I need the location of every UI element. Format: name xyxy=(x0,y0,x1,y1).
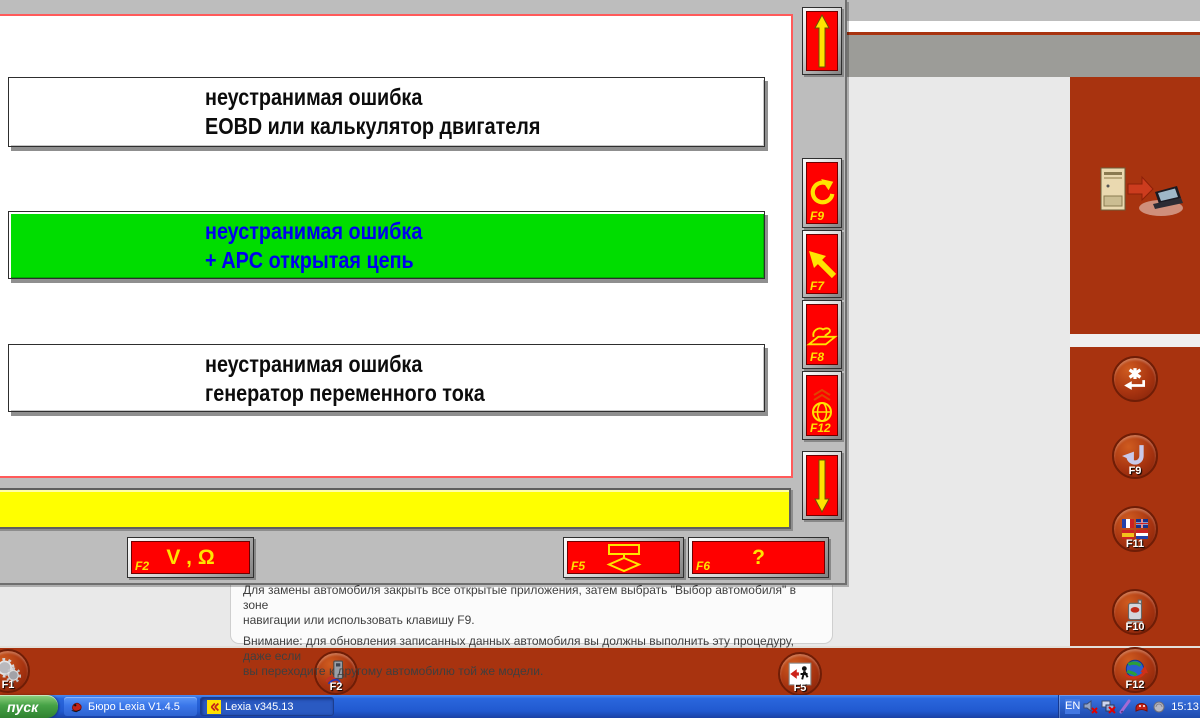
question-mark: ? xyxy=(752,545,765,569)
fkey-label: F12 xyxy=(1125,679,1145,691)
fkey-label: F9 xyxy=(1128,465,1142,477)
validate-button[interactable] xyxy=(1112,356,1158,402)
back-f7-button[interactable]: F7 xyxy=(802,230,842,298)
scroll-up-button[interactable] xyxy=(802,7,842,75)
start-button[interactable]: пуск xyxy=(0,695,58,718)
measure-f2-button[interactable]: V , Ω F2 xyxy=(127,537,254,578)
fault-line: + APC открытая цепь xyxy=(205,247,414,273)
fault-line: неустранимая ошибка xyxy=(205,218,423,244)
flowchart-icon xyxy=(596,543,652,573)
fkey-label: F5 xyxy=(793,682,807,694)
scroll-up-icon xyxy=(813,13,831,69)
asterisk-return-icon xyxy=(1122,366,1148,392)
arrow-up-left-icon xyxy=(807,249,837,279)
scroll-down-icon xyxy=(813,458,831,514)
refresh-icon xyxy=(807,178,837,208)
scroll-down-button[interactable] xyxy=(802,451,842,520)
volt-ohm-label: V , Ω xyxy=(166,545,215,569)
task-label: Бюро Lexia V1.4.5 xyxy=(88,700,180,713)
fault-list-dialog: неустранимая ошибка EOBD или калькулятор… xyxy=(0,0,847,585)
clock[interactable]: 15:13 xyxy=(1171,701,1199,713)
print-f8-button[interactable]: F8 xyxy=(802,300,842,369)
fault-line: неустранимая ошибка xyxy=(205,351,423,377)
fault-item-alternator[interactable]: неустранимая ошибка генератор переменног… xyxy=(8,344,765,412)
fault-list-area: неустранимая ошибка EOBD или калькулятор… xyxy=(0,14,793,478)
interface-f10-button[interactable]: F10 xyxy=(1112,589,1158,635)
fkey-label: F1 xyxy=(1,679,15,691)
info-line: Для замены автомобиля закрыть все открыт… xyxy=(243,583,796,612)
help-f6-button[interactable]: ? F6 xyxy=(688,537,829,578)
fault-line: EOBD или калькулятор двигателя xyxy=(205,113,541,139)
task-bureau-lexia[interactable]: Бюро Lexia V1.4.5 xyxy=(64,697,197,716)
fkey-label: F11 xyxy=(1125,538,1145,550)
start-label: пуск xyxy=(7,698,39,715)
fault-line: генератор переменного тока xyxy=(205,380,485,406)
pc-to-laptop-icon xyxy=(1093,162,1185,220)
fkey-label: F6 xyxy=(696,559,711,573)
status-bar xyxy=(0,488,791,529)
fkey-label: F10 xyxy=(1125,621,1145,633)
fkey-label: F8 xyxy=(810,350,825,364)
flowchart-f5-button[interactable]: F5 xyxy=(563,537,684,578)
telecoding-f12-button[interactable]: F12 xyxy=(1112,647,1158,693)
globe-transfer-icon xyxy=(807,388,837,423)
fkey-label: F7 xyxy=(810,279,825,293)
task-label: Lexia v345.13 xyxy=(225,700,294,713)
vehicle-select-f9-button[interactable]: F9 xyxy=(1112,433,1158,479)
fkey-label: F12 xyxy=(810,421,831,435)
screen: F9 F11 F10 F12 F1 F2 F5 Для замены автом… xyxy=(0,0,1200,718)
fault-item-eobd[interactable]: неустранимая ошибка EOBD или калькулятор… xyxy=(8,77,765,147)
flags-icon xyxy=(1121,518,1149,540)
print-icon xyxy=(806,321,838,349)
task-lexia[interactable]: Lexia v345.13 xyxy=(200,697,334,716)
refresh-f9-button[interactable]: F9 xyxy=(802,158,842,228)
info-warning-line: Внимание: для обновления записанных данн… xyxy=(243,634,794,663)
language-indicator[interactable]: EN xyxy=(1065,699,1081,714)
volume-muted-icon[interactable] xyxy=(1083,699,1098,714)
globe-f12-button[interactable]: F12 xyxy=(802,371,842,440)
stylus-icon[interactable] xyxy=(1119,699,1131,714)
audio-settings-icon[interactable] xyxy=(1152,699,1166,714)
language-f11-button[interactable]: F11 xyxy=(1112,506,1158,552)
fkey-label: F2 xyxy=(329,681,343,693)
lexia-icon xyxy=(207,699,221,714)
fkey-label: F9 xyxy=(810,209,825,223)
taskbar: пуск Бюро Lexia V1.4.5 Lexia v345.13 EN … xyxy=(0,695,1200,718)
fkey-label: F5 xyxy=(571,559,586,573)
info-warning-line: вы переходите к другому автомобилю той ж… xyxy=(243,664,544,678)
lexia-tray-icon[interactable] xyxy=(1134,699,1149,714)
system-tray: EN 15:13 xyxy=(1058,695,1200,718)
bureau-lexia-icon xyxy=(70,700,84,714)
bg-sidebar-separator xyxy=(1070,334,1200,347)
fault-item-apc-selected[interactable]: неустранимая ошибка + APC открытая цепь xyxy=(8,211,765,279)
info-line: навигации или использовать клавишу F9. xyxy=(243,613,475,627)
fkey-label: F2 xyxy=(135,559,150,573)
fault-line: неустранимая ошибка xyxy=(205,84,423,110)
network-offline-icon[interactable] xyxy=(1101,699,1116,714)
